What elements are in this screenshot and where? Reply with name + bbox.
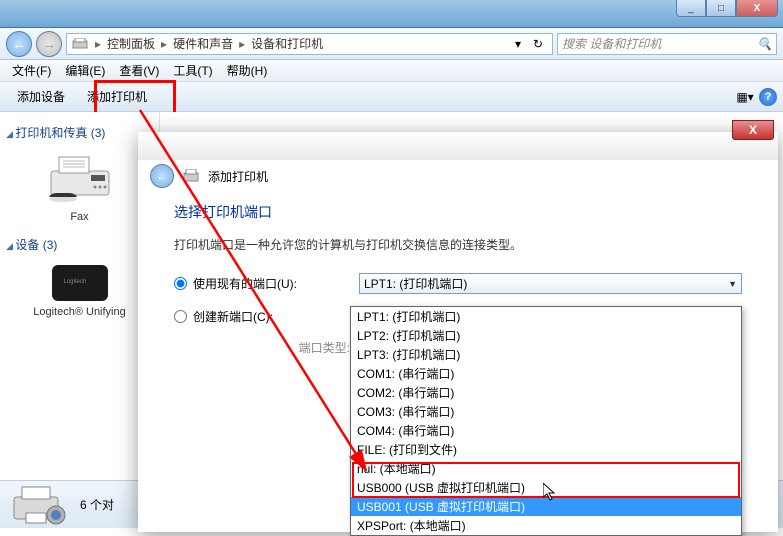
forward-button[interactable]: → xyxy=(36,31,62,57)
create-new-port-label: 创建新端口(C): xyxy=(193,308,353,325)
help-icon[interactable]: ? xyxy=(759,88,777,106)
use-existing-port-label: 使用现有的端口(U): xyxy=(193,275,353,292)
dialog-heading: 选择打印机端口 xyxy=(174,202,742,222)
printer-status-icon xyxy=(8,485,72,525)
nav-bar: ← → ▸ 控制面板 ▸ 硬件和声音 ▸ 设备和打印机 ▾ ↻ 搜索 设备和打印… xyxy=(0,28,783,60)
command-bar: 添加设备 添加打印机 ▦▾ ? xyxy=(0,82,783,112)
port-option[interactable]: COM4: (串行端口) xyxy=(351,421,741,440)
close-button[interactable]: X xyxy=(736,0,778,17)
port-dropdown-list[interactable]: LPT1: (打印机端口)LPT2: (打印机端口)LPT3: (打印机端口)C… xyxy=(350,306,742,536)
port-option[interactable]: LPT3: (打印机端口) xyxy=(351,345,741,364)
port-option[interactable]: COM1: (串行端口) xyxy=(351,364,741,383)
port-combo[interactable]: LPT1: (打印机端口) ▼ xyxy=(359,273,742,294)
crumb-devices-printers[interactable]: 设备和打印机 xyxy=(251,35,323,52)
port-option[interactable]: COM2: (串行端口) xyxy=(351,383,741,402)
menu-bar: 文件(F) 编辑(E) 查看(V) 工具(T) 帮助(H) xyxy=(0,60,783,82)
location-icon xyxy=(71,38,89,50)
use-existing-port-radio[interactable] xyxy=(174,277,187,290)
dialog-description: 打印机端口是一种允许您的计算机与打印机交换信息的连接类型。 xyxy=(174,236,742,253)
crumb-control-panel[interactable]: 控制面板 xyxy=(107,35,155,52)
port-option[interactable]: USB000 (USB 虚拟打印机端口) xyxy=(351,478,741,497)
chevron-down-icon: ▼ xyxy=(728,279,737,289)
maximize-button[interactable]: □ xyxy=(706,0,736,17)
combo-value: LPT1: (打印机端口) xyxy=(364,275,467,292)
back-button[interactable]: ← xyxy=(6,31,32,57)
view-options-button[interactable]: ▦▾ xyxy=(735,87,755,107)
search-placeholder: 搜索 设备和打印机 xyxy=(562,35,661,52)
fax-icon xyxy=(45,153,115,203)
menu-edit[interactable]: 编辑(E) xyxy=(59,60,111,81)
menu-help[interactable]: 帮助(H) xyxy=(221,60,274,81)
port-option[interactable]: FILE: (打印到文件) xyxy=(351,440,741,459)
menu-file[interactable]: 文件(F) xyxy=(6,60,57,81)
port-type-label: 端口类型: xyxy=(198,339,358,356)
port-option[interactable]: COM3: (串行端口) xyxy=(351,402,741,421)
port-option[interactable]: USB001 (USB 虚拟打印机端口) xyxy=(351,497,741,516)
port-option[interactable]: LPT2: (打印机端口) xyxy=(351,326,741,345)
search-input[interactable]: 搜索 设备和打印机 🔍 xyxy=(557,33,777,55)
port-option[interactable]: LPT1: (打印机端口) xyxy=(351,307,741,326)
dialog-header-title: 添加打印机 xyxy=(208,168,268,185)
port-option[interactable]: nul: (本地端口) xyxy=(351,459,741,478)
device-logitech-unifying[interactable]: Logitech® Unifying xyxy=(4,257,155,327)
add-device-button[interactable]: 添加设备 xyxy=(6,83,76,110)
device-pane: 打印机和传真 (3) Fax 设备 (3) Logitech® Unifying xyxy=(0,112,160,528)
group-devices[interactable]: 设备 (3) xyxy=(4,232,155,257)
port-option[interactable]: XPSPort: (本地端口) xyxy=(351,516,741,535)
search-icon: 🔍 xyxy=(757,37,772,51)
device-label: Fax xyxy=(8,210,151,224)
group-printers-fax[interactable]: 打印机和传真 (3) xyxy=(4,120,155,145)
dialog-close-button[interactable]: X xyxy=(732,120,774,140)
menu-view[interactable]: 查看(V) xyxy=(113,60,165,81)
dialog-back-button[interactable]: ← xyxy=(150,164,174,188)
chevron-right-icon: ▸ xyxy=(93,37,103,51)
device-label: Logitech® Unifying xyxy=(8,305,151,319)
chevron-right-icon: ▸ xyxy=(237,37,247,51)
dialog-titlebar: X xyxy=(138,132,778,160)
menu-tools[interactable]: 工具(T) xyxy=(167,60,218,81)
crumb-hardware-sound[interactable]: 硬件和声音 xyxy=(173,35,233,52)
create-new-port-radio[interactable] xyxy=(174,310,187,323)
add-printer-button[interactable]: 添加打印机 xyxy=(76,83,158,110)
device-fax[interactable]: Fax xyxy=(4,145,155,232)
breadcrumb[interactable]: ▸ 控制面板 ▸ 硬件和声音 ▸ 设备和打印机 ▾ ↻ xyxy=(66,33,553,55)
status-count: 6 个对 xyxy=(80,496,114,513)
breadcrumb-dropdown[interactable]: ▾ xyxy=(508,34,528,54)
refresh-button[interactable]: ↻ xyxy=(528,34,548,54)
window-titlebar: _ □ X xyxy=(0,0,783,28)
chevron-right-icon: ▸ xyxy=(159,37,169,51)
usb-receiver-icon xyxy=(52,265,108,301)
printer-icon xyxy=(182,169,200,183)
minimize-button[interactable]: _ xyxy=(676,0,706,17)
